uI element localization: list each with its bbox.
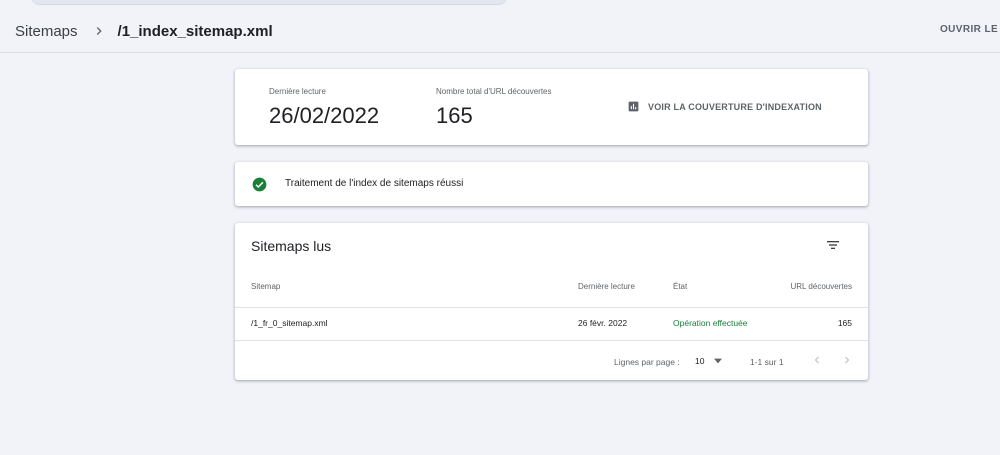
breadcrumb-current: /1_index_sitemap.xml	[117, 22, 273, 40]
filter-icon[interactable]	[825, 237, 841, 253]
last-read-label: Dernière lecture	[269, 87, 326, 96]
cell-urls-discovered: 165	[837, 318, 852, 328]
pagination-range: 1-1 sur 1	[750, 357, 784, 367]
view-index-coverage-button[interactable]: VOIR LA COUVERTURE D'INDEXATION	[627, 100, 822, 113]
sitemaps-read-card: Sitemaps lus Sitemap Dernière lecture Ét…	[235, 223, 868, 380]
status-card: Traitement de l'index de sitemaps réussi	[235, 162, 868, 206]
rows-per-page-value: 10	[695, 356, 705, 366]
check-circle-icon	[252, 177, 267, 192]
row-divider	[235, 340, 868, 341]
dropdown-arrow-icon	[714, 358, 723, 364]
column-header-sitemap[interactable]: Sitemap	[251, 282, 280, 291]
open-sitemap-link[interactable]: OUVRIR LE SITEMAP	[940, 24, 1000, 35]
table-row[interactable]	[235, 308, 868, 340]
sitemap-detail-page: Sitemaps /1_index_sitemap.xml OUVRIR LE …	[0, 0, 1000, 455]
urls-discovered-value: 165	[436, 103, 473, 128]
page-header: Sitemaps /1_index_sitemap.xml OUVRIR LE …	[0, 0, 1000, 53]
chevron-right-icon	[96, 27, 102, 35]
summary-card: Dernière lecture 26/02/2022 Nombre total…	[235, 69, 868, 145]
column-header-urls-discovered[interactable]: URL découvertes	[790, 282, 852, 291]
column-header-state[interactable]: État	[673, 282, 687, 291]
view-index-coverage-label: VOIR LA COUVERTURE D'INDEXATION	[648, 101, 822, 112]
chevron-right-icon[interactable]	[841, 354, 853, 366]
chevron-left-icon[interactable]	[811, 354, 823, 366]
rows-per-page-select[interactable]: 10	[695, 353, 727, 369]
breadcrumb: Sitemaps /1_index_sitemap.xml	[15, 20, 273, 42]
column-header-last-read[interactable]: Dernière lecture	[578, 282, 635, 291]
rows-per-page-label: Lignes par page :	[614, 357, 680, 367]
cell-last-read: 26 févr. 2022	[578, 318, 628, 328]
cell-state: Opération effectuée	[673, 318, 748, 328]
status-message: Traitement de l'index de sitemaps réussi	[285, 178, 464, 189]
breadcrumb-sitemaps-link[interactable]: Sitemaps	[15, 23, 78, 40]
cell-sitemap: /1_fr_0_sitemap.xml	[251, 318, 328, 328]
last-read-value: 26/02/2022	[269, 103, 380, 128]
table-title: Sitemaps lus	[251, 238, 332, 254]
urls-discovered-label: Nombre total d'URL découvertes	[436, 87, 552, 96]
bar-chart-icon	[628, 101, 639, 112]
